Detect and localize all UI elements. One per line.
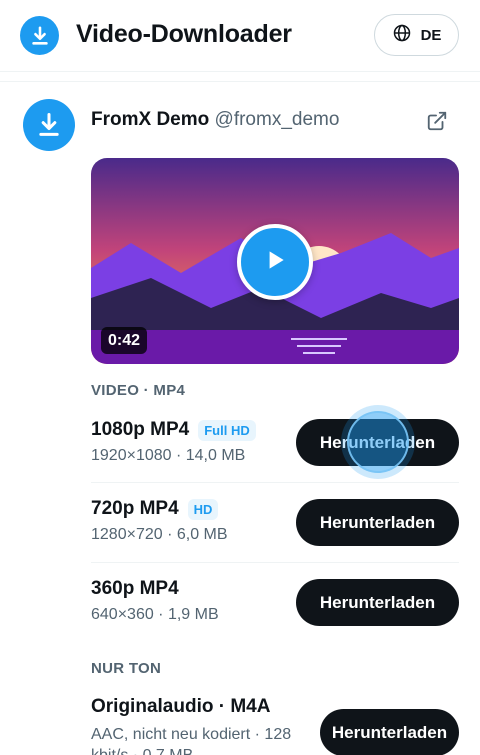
author-handle: @fromx_demo	[214, 109, 340, 130]
option-title: 1080p MP4	[91, 419, 190, 440]
globe-icon	[392, 23, 412, 48]
avatar	[23, 99, 75, 151]
language-button[interactable]: DE	[374, 14, 459, 56]
play-icon	[262, 247, 288, 278]
play-button[interactable]	[237, 224, 313, 300]
header: Video-Downloader DE	[0, 0, 480, 72]
post-author: FromX Demo @fromx_demo	[91, 109, 339, 131]
download-button-360p[interactable]: Herunterladen	[296, 579, 459, 626]
option-meta: 1280×720 · 6,0 MB	[91, 526, 228, 543]
external-link-icon[interactable]	[425, 109, 449, 133]
option-meta: 1920×1080 · 14,0 MB	[91, 447, 246, 464]
row-divider	[91, 562, 459, 563]
quality-badge: Full HD	[198, 419, 256, 441]
header-divider	[0, 71, 480, 72]
app-title: Video-Downloader	[76, 20, 292, 48]
row-divider	[91, 482, 459, 483]
video-duration: 0:42	[101, 327, 148, 354]
section-label-audio: NUR TON	[91, 660, 162, 677]
header-divider	[0, 81, 480, 82]
download-button-720p[interactable]: Herunterladen	[296, 499, 459, 546]
language-label: DE	[420, 26, 442, 44]
quality-badge: HD	[187, 498, 219, 520]
option-title: 720p MP4	[91, 498, 179, 519]
download-button-audio[interactable]: Herunterladen	[320, 709, 459, 755]
option-title: Originalaudio · M4A	[91, 696, 271, 717]
option-meta: 640×360 · 1,9 MB	[91, 606, 219, 623]
option-meta: AAC, nicht neu kodiert · 128 kbit/s · 0,…	[91, 726, 292, 755]
download-icon	[20, 16, 59, 55]
click-ripple	[347, 411, 409, 473]
author-name: FromX Demo	[91, 109, 210, 130]
section-label-video: VIDEO · MP4	[91, 382, 186, 399]
option-title: 360p MP4	[91, 578, 179, 599]
